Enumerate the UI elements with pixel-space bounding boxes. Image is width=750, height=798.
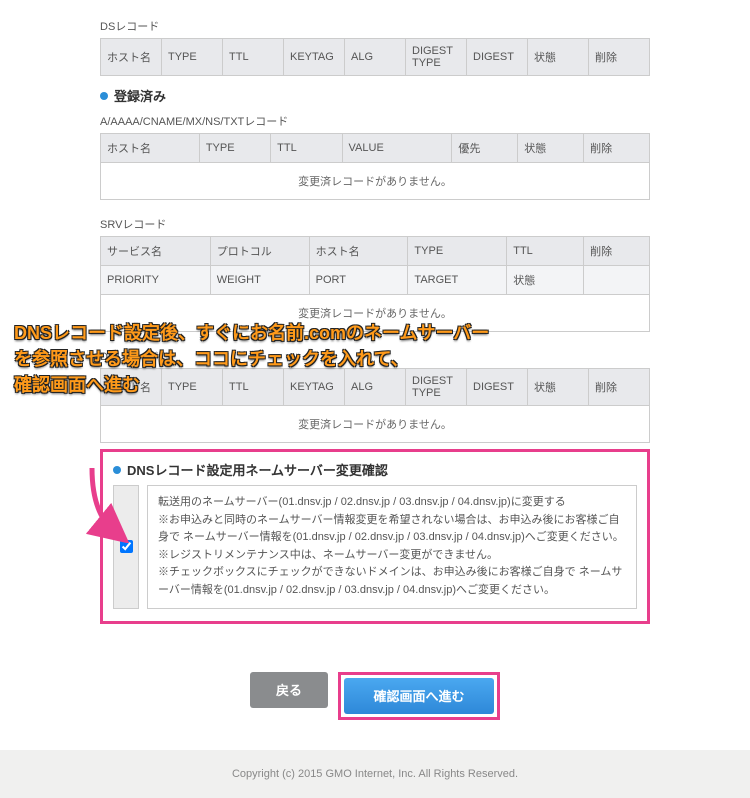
a-col-value: VALUE [342, 134, 452, 163]
srv-col-target: TARGET [408, 266, 507, 295]
srv-record-table: サービス名 プロトコル ホスト名 TYPE TTL 削除 PRIORITY WE… [100, 236, 650, 332]
srv-record-label: SRVレコード [100, 216, 650, 232]
ds-record-table: ホスト名 TYPE TTL KEYTAG ALG DIGEST TYPE DIG… [100, 38, 650, 76]
registered-title-text: 登録済み [114, 86, 166, 105]
bullet-dot-icon [113, 466, 121, 474]
nameserver-checkbox-cell[interactable] [113, 485, 139, 609]
ds2-col-digest: DIGEST [467, 369, 528, 406]
ds2-record-table: ホスト名 TYPE TTL KEYTAG ALG DIGEST TYPE DIG… [100, 368, 650, 443]
ds2-col-ttl: TTL [223, 369, 284, 406]
a-record-table: ホスト名 TYPE TTL VALUE 優先 状態 削除 変更済レコードがありま… [100, 133, 650, 200]
col-status: 状態 [528, 39, 589, 76]
a-col-status: 状態 [518, 134, 584, 163]
a-col-ttl: TTL [271, 134, 342, 163]
back-button[interactable]: 戻る [250, 672, 328, 708]
col-digest: DIGEST [467, 39, 528, 76]
col-delete: 削除 [589, 39, 650, 76]
col-ttl: TTL [223, 39, 284, 76]
ds2-col-keytag: KEYTAG [284, 369, 345, 406]
ds2-record-label: DSレコード [100, 348, 650, 364]
ds2-col-digest-type: DIGEST TYPE [406, 369, 467, 406]
srv-col-blank [584, 266, 650, 295]
srv-col-status: 状態 [507, 266, 584, 295]
a-col-host: ホスト名 [101, 134, 200, 163]
srv-col-protocol: プロトコル [210, 237, 309, 266]
confirm-button[interactable]: 確認画面へ進む [344, 678, 494, 714]
srv-col-priority: PRIORITY [101, 266, 211, 295]
srv-col-ttl: TTL [507, 237, 584, 266]
ds2-empty-message: 変更済レコードがありません。 [101, 406, 650, 443]
ds2-col-delete: 削除 [589, 369, 650, 406]
bullet-dot-icon [100, 92, 108, 100]
a-record-label: A/AAAA/CNAME/MX/NS/TXTレコード [100, 113, 650, 129]
footer-copyright: Copyright (c) 2015 GMO Internet, Inc. Al… [0, 750, 750, 798]
col-digest-type: DIGEST TYPE [406, 39, 467, 76]
srv-col-delete: 削除 [584, 237, 650, 266]
srv-col-weight: WEIGHT [210, 266, 309, 295]
nameserver-description: 転送用のネームサーバー(01.dnsv.jp / 02.dnsv.jp / 03… [147, 485, 637, 609]
srv-col-service: サービス名 [101, 237, 211, 266]
col-host: ホスト名 [101, 39, 162, 76]
ns-note-3: ※チェックボックスにチェックができないドメインは、お申込み後にお客様ご自身で ネ… [158, 564, 626, 599]
a-col-delete: 削除 [584, 134, 650, 163]
registered-heading: 登録済み [100, 86, 650, 105]
ds2-col-host: ホスト名 [101, 369, 162, 406]
nameserver-title: DNSレコード設定用ネームサーバー変更確認 [127, 460, 388, 479]
srv-col-type: TYPE [408, 237, 507, 266]
ns-note-1: ※お申込みと同時のネームサーバー情報変更を希望されない場合は、お申込み後にお客様… [158, 512, 626, 547]
button-row: 戻る 確認画面へ進む [0, 644, 750, 750]
ds2-col-type: TYPE [162, 369, 223, 406]
srv-empty-message: 変更済レコードがありません。 [101, 295, 650, 332]
a-empty-message: 変更済レコードがありません。 [101, 163, 650, 200]
ds-record-label: DSレコード [100, 18, 650, 34]
ns-line-1: 転送用のネームサーバー(01.dnsv.jp / 02.dnsv.jp / 03… [158, 494, 626, 512]
col-type: TYPE [162, 39, 223, 76]
ds2-col-alg: ALG [345, 369, 406, 406]
ns-note-2: ※レジストリメンテナンス中は、ネームサーバー変更ができません。 [158, 547, 626, 565]
col-keytag: KEYTAG [284, 39, 345, 76]
nameserver-confirm-section: DNSレコード設定用ネームサーバー変更確認 転送用のネームサーバー(01.dns… [100, 449, 650, 624]
nameserver-change-checkbox[interactable] [120, 540, 133, 553]
a-col-priority: 優先 [452, 134, 518, 163]
a-col-type: TYPE [199, 134, 270, 163]
col-alg: ALG [345, 39, 406, 76]
confirm-highlight-box: 確認画面へ進む [338, 672, 500, 720]
srv-col-host: ホスト名 [309, 237, 408, 266]
srv-col-port: PORT [309, 266, 408, 295]
ds2-col-status: 状態 [528, 369, 589, 406]
